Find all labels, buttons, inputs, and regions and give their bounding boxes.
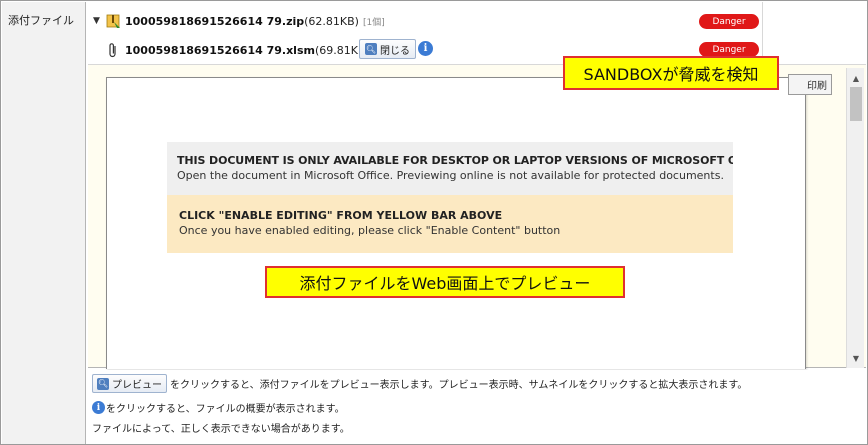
attachment-row-zip: ▼ 100059818691526614 79.zip(62.81KB) [1個]… [87, 7, 867, 35]
xlsm-file-name[interactable]: 100059818691526614 79.xlsm(69.81KB) [125, 44, 370, 57]
help-line-preview: 🔍︎ プレビュー をクリックすると、添付ファイルをプレビュー表示します。プレビュ… [92, 374, 747, 393]
zip-file-size: (62.81KB) [304, 14, 359, 28]
magnifier-icon: 🔍︎ [365, 43, 377, 55]
zip-archive-icon [106, 14, 120, 28]
sandbox-callout: SANDBOXが脅威を検知 [563, 56, 779, 90]
footer-help: 🔍︎ プレビュー をクリックすると、添付ファイルをプレビュー表示します。プレビュ… [88, 370, 866, 444]
attachment-panel: 添付ファイル ▼ 100059818691526614 79.zip(62.81… [0, 0, 868, 445]
attachment-content: ▼ 100059818691526614 79.zip(62.81KB) [1個]… [87, 2, 867, 444]
close-button-label: 閉じる [380, 45, 410, 57]
instruction-title: CLICK "ENABLE EDITING" FROM YELLOW BAR A… [179, 209, 503, 222]
preview-callout: 添付ファイルをWeb画面上でプレビュー [265, 266, 625, 298]
protected-warning-band: THIS DOCUMENT IS ONLY AVAILABLE FOR DESK… [167, 142, 733, 195]
instruction-text: Once you have enabled editing, please cl… [179, 224, 561, 237]
danger-badge: Danger [699, 14, 759, 29]
paperclip-icon [109, 43, 116, 58]
zip-file-name[interactable]: 100059818691526614 79.zip(62.81KB) [1個] [125, 15, 385, 28]
print-button[interactable]: 印刷 [788, 74, 832, 95]
warning-title: THIS DOCUMENT IS ONLY AVAILABLE FOR DESK… [177, 154, 733, 167]
scroll-down-icon[interactable]: ▼ [847, 350, 865, 366]
xlsm-file-name-text: 100059818691526614 79.xlsm [125, 43, 315, 57]
label-column: 添付ファイル [2, 2, 86, 444]
triangle-down-icon[interactable]: ▼ [93, 16, 100, 26]
help-text-preview: をクリックすると、添付ファイルをプレビュー表示します。プレビュー表示時、サムネイ… [170, 380, 748, 391]
scroll-up-icon[interactable]: ▲ [847, 70, 865, 86]
warning-text: Open the document in Microsoft Office. P… [177, 169, 724, 182]
magnifier-icon: 🔍︎ [97, 377, 109, 390]
enable-editing-band: CLICK "ENABLE EDITING" FROM YELLOW BAR A… [167, 195, 733, 253]
danger-badge: Danger [699, 42, 759, 57]
scrollbar[interactable]: ▲ ▼ [846, 68, 864, 368]
help-text-note: ファイルによって、正しく表示できない場合があります。 [92, 424, 350, 435]
help-line-note: ファイルによって、正しく表示できない場合があります。 [92, 420, 350, 435]
zip-file-count: [1個] [362, 17, 385, 28]
preview-button[interactable]: 🔍︎ プレビュー [92, 374, 167, 393]
scroll-thumb[interactable] [850, 87, 862, 121]
attachment-label: 添付ファイル [8, 14, 74, 27]
preview-area: THIS DOCUMENT IS ONLY AVAILABLE FOR DESK… [88, 64, 866, 369]
preview-button-label: プレビュー [112, 380, 162, 391]
document-preview: THIS DOCUMENT IS ONLY AVAILABLE FOR DESK… [106, 77, 806, 369]
info-icon: i [92, 401, 105, 414]
help-text-info: をクリックすると、ファイルの概要が表示されます。 [106, 404, 345, 415]
info-icon[interactable]: i [418, 41, 433, 56]
divider [762, 2, 763, 64]
document-body: THIS DOCUMENT IS ONLY AVAILABLE FOR DESK… [167, 142, 733, 253]
zip-file-name-text: 100059818691526614 79.zip [125, 14, 305, 28]
help-line-info: i をクリックすると、ファイルの概要が表示されます。 [92, 400, 345, 415]
close-preview-button[interactable]: 🔍︎ 閉じる [359, 39, 416, 59]
